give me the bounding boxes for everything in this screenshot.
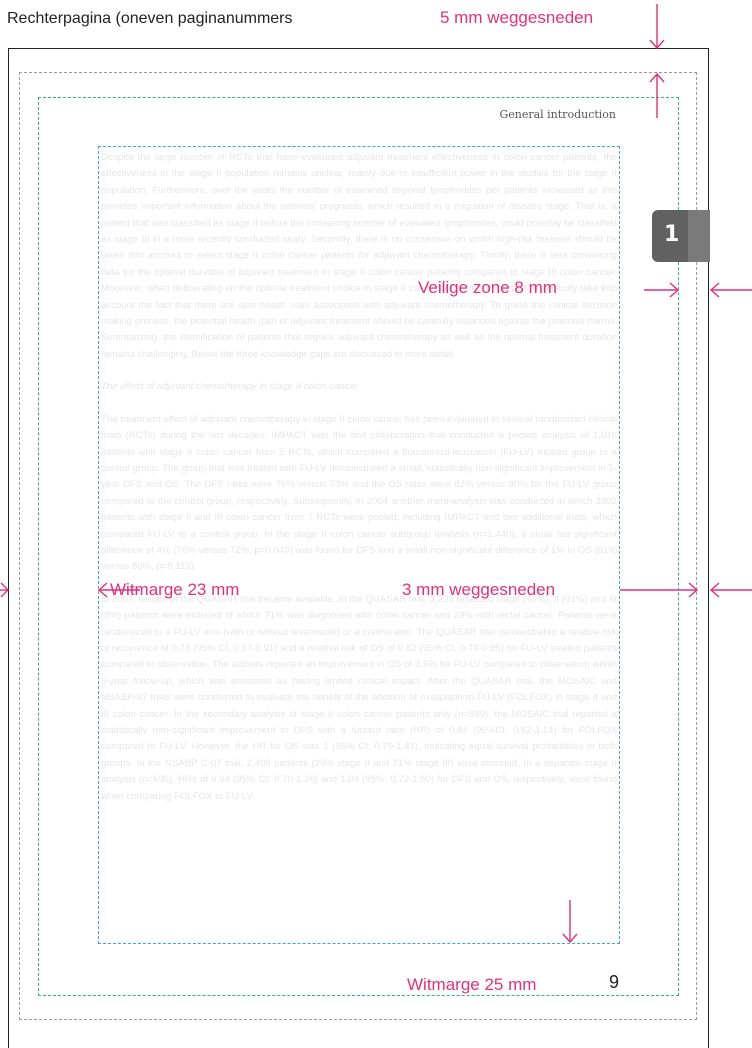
annotation-arrows — [0, 4, 752, 944]
arrow-right-icon — [644, 282, 680, 298]
inner-margin-label: Witmarge 23 mm — [110, 580, 240, 599]
arrow-down-icon — [562, 900, 578, 944]
arrow-right-icon — [0, 582, 9, 598]
arrow-right-icon — [620, 582, 699, 598]
arrow-left-icon — [709, 582, 752, 598]
arrow-up-icon — [649, 72, 665, 118]
page-number: 9 — [605, 972, 624, 993]
trim-side-label: 3 mm weggesneden — [402, 580, 556, 599]
arrow-left-icon — [709, 282, 752, 298]
arrow-down-icon — [649, 4, 665, 50]
bottom-margin-label: Witmarge 25 mm — [403, 975, 541, 995]
safe-zone-label: Veilige zone 8 mm — [418, 278, 557, 297]
